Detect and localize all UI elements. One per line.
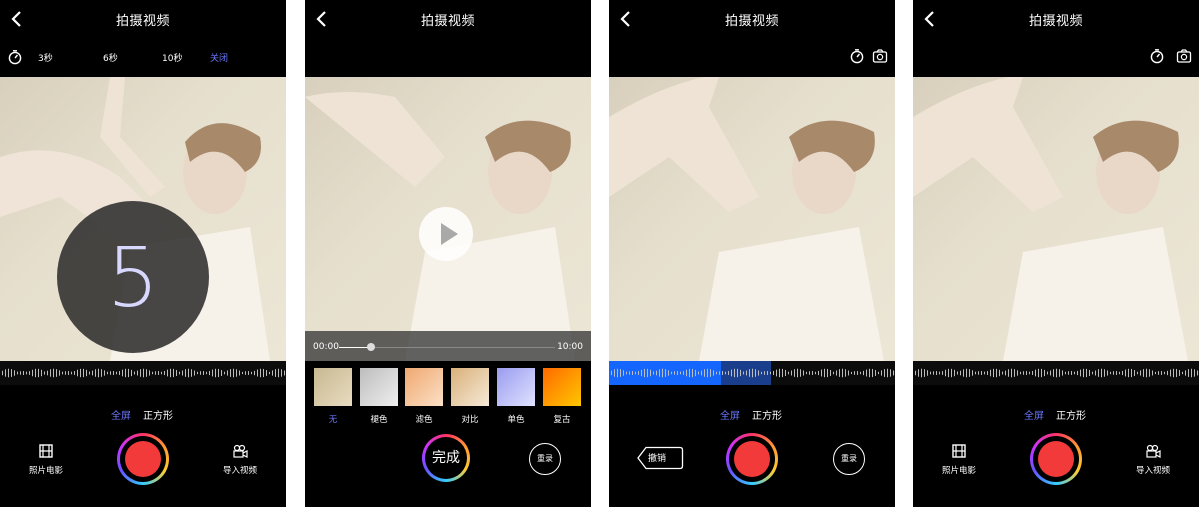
screen-filters: 拍摄视频 00:00 10:00 无 褪色 滤色 对比 单色 复古 完成 重录 [305, 0, 591, 507]
video-preview: 00:00 10:00 [305, 77, 591, 361]
playback-bar: 00:00 10:00 [305, 331, 591, 361]
filter-fade[interactable]: 褪色 [360, 368, 398, 425]
page-title: 拍摄视频 [115, 14, 170, 29]
audio-waveform[interactable] [0, 361, 286, 385]
mode-square[interactable]: 正方形 [143, 407, 173, 422]
timer-10s[interactable]: 10秒 [162, 51, 182, 64]
photo-movie-button[interactable]: 照片电影 [924, 444, 994, 476]
time-end: 10:00 [557, 342, 583, 352]
film-icon [39, 444, 53, 458]
header: 拍摄视频 [609, 0, 895, 38]
header: 拍摄视频 [913, 0, 1199, 38]
page-title: 拍摄视频 [724, 14, 779, 29]
timer-6s[interactable]: 6秒 [103, 51, 118, 64]
done-label: 完成 [425, 437, 467, 479]
import-video-label: 导入视频 [222, 466, 257, 476]
header: 拍摄视频 [305, 0, 591, 38]
page-title: 拍摄视频 [420, 14, 475, 29]
video-camera-icon [1146, 444, 1161, 458]
camera-switch-icon[interactable] [872, 48, 888, 64]
screen-countdown: 拍摄视频 3秒 6秒 10秒 关闭 5 全屏 正方形 照片电影 导入视频 [0, 0, 286, 507]
import-video-button[interactable]: 导入视频 [205, 444, 275, 476]
filter-screen[interactable]: 滤色 [405, 368, 443, 425]
waveform-bars [2, 368, 285, 378]
ballerina-image [913, 77, 1188, 361]
timer-icon[interactable] [849, 48, 865, 64]
audio-waveform[interactable] [913, 361, 1199, 385]
retake-button[interactable]: 重录 [833, 443, 865, 475]
camera-preview [609, 77, 895, 361]
timer-off[interactable]: 关闭 [210, 51, 228, 64]
film-icon [952, 444, 966, 458]
retake-button[interactable]: 重录 [529, 443, 561, 475]
waveform-bars [915, 368, 1198, 378]
play-icon[interactable] [419, 207, 473, 261]
timer-icon[interactable] [1149, 48, 1165, 64]
mode-fullscreen[interactable]: 全屏 [720, 407, 740, 422]
countdown-overlay: 5 [57, 201, 209, 353]
mode-fullscreen[interactable]: 全屏 [111, 407, 131, 422]
screen-ready: 拍摄视频 全屏 正方形 照片电影 导入视频 [913, 0, 1199, 507]
record-button[interactable] [1030, 433, 1082, 485]
filter-mono[interactable]: 单色 [497, 368, 535, 425]
undo-label: 撤销 [648, 454, 667, 464]
waveform-bars [611, 368, 894, 378]
mode-square[interactable]: 正方形 [1056, 407, 1086, 422]
progress-handle[interactable] [367, 343, 375, 351]
screen-recording: 拍摄视频 全屏 正方形 撤销 重录 [609, 0, 895, 507]
camera-preview: 5 [0, 77, 286, 361]
camera-switch-icon[interactable] [1176, 48, 1192, 64]
mode-square[interactable]: 正方形 [752, 407, 782, 422]
timer-3s[interactable]: 3秒 [38, 51, 53, 64]
camera-preview [913, 77, 1199, 361]
undo-button[interactable]: 撤销 [636, 446, 684, 470]
record-button[interactable] [117, 433, 169, 485]
page-title: 拍摄视频 [1028, 14, 1083, 29]
photo-movie-label: 照片电影 [941, 466, 976, 476]
filter-vintage[interactable]: 复古 [543, 368, 581, 425]
video-camera-icon [233, 444, 248, 458]
photo-movie-label: 照片电影 [28, 466, 63, 476]
mode-fullscreen[interactable]: 全屏 [1024, 407, 1044, 422]
photo-movie-button[interactable]: 照片电影 [11, 444, 81, 476]
ballerina-image [609, 77, 884, 361]
filter-strip: 无 褪色 滤色 对比 单色 复古 [305, 361, 591, 425]
timer-options: 3秒 6秒 10秒 关闭 [0, 44, 286, 70]
timer-icon[interactable] [7, 49, 23, 65]
header: 拍摄视频 [0, 0, 286, 38]
import-video-label: 导入视频 [1135, 466, 1170, 476]
filter-contrast[interactable]: 对比 [451, 368, 489, 425]
filter-none[interactable]: 无 [314, 368, 352, 425]
record-button[interactable] [726, 433, 778, 485]
import-video-button[interactable]: 导入视频 [1118, 444, 1188, 476]
countdown-number: 5 [106, 231, 160, 326]
audio-waveform[interactable] [609, 361, 895, 385]
done-button[interactable]: 完成 [422, 434, 470, 482]
time-start: 00:00 [313, 342, 339, 352]
